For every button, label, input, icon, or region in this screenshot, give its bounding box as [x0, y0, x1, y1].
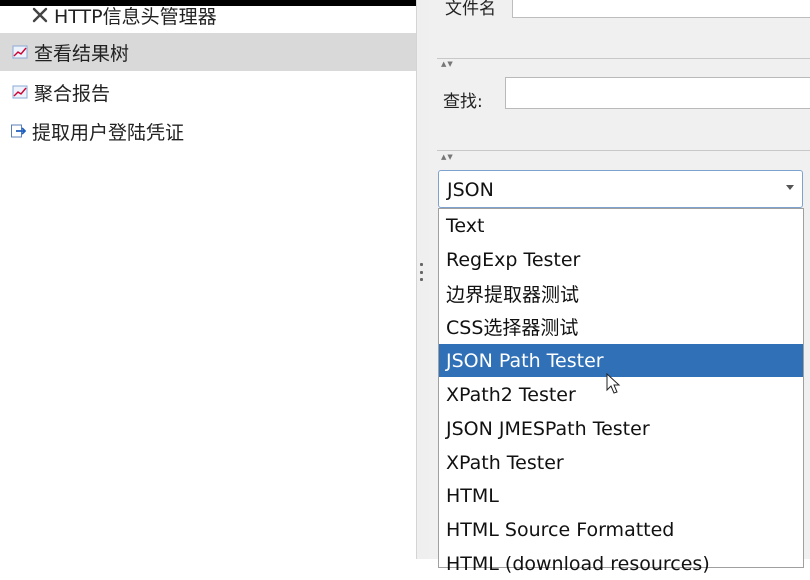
option-xpath-tester[interactable]: XPath Tester: [439, 446, 803, 479]
splitter-grip-icon[interactable]: [419, 263, 423, 281]
tree-item-aggregate-report[interactable]: 聚合报告: [0, 73, 416, 111]
option-json-jmespath-tester[interactable]: JSON JMESPath Tester: [439, 412, 803, 445]
collapse-arrows-icon[interactable]: ▲▼: [441, 60, 454, 68]
mouse-cursor-icon: [606, 373, 621, 394]
extractor-icon: [8, 121, 28, 141]
renderer-select-value: JSON: [447, 179, 494, 201]
find-label: 查找:: [443, 92, 483, 112]
tree-item-label: 聚合报告: [34, 82, 111, 105]
tree-item-label: HTTP信息头管理器: [54, 5, 217, 28]
option-html[interactable]: HTML: [439, 479, 803, 512]
collapse-arrows-icon[interactable]: ▲▼: [441, 153, 454, 161]
tree-item-label: 提取用户登陆凭证: [32, 121, 185, 144]
option-html-download-resources[interactable]: HTML (download resources): [439, 547, 803, 580]
chart-icon: [10, 82, 30, 102]
option-html-source-formatted[interactable]: HTML Source Formatted: [439, 513, 803, 546]
chevron-down-icon[interactable]: [786, 185, 794, 190]
wrench-icon: [30, 5, 50, 25]
tree-item-view-results-tree[interactable]: 查看结果树: [0, 33, 416, 71]
option-css-selector-test[interactable]: CSS选择器测试: [439, 310, 803, 343]
tree-item-label: 查看结果树: [34, 42, 130, 65]
tree-item-http-header-manager[interactable]: HTTP信息头管理器: [0, 0, 416, 34]
test-plan-tree: HTTP信息头管理器 查看结果树 聚合报告 提取用户登陆凭证: [0, 6, 416, 559]
results-panel: 文件名 ▲▼ 查找: ▲▼ JSON Text RegExp Tester 边界…: [429, 0, 810, 575]
find-input[interactable]: [505, 77, 810, 109]
filename-label: 文件名: [445, 0, 496, 19]
chart-icon: [10, 42, 30, 62]
option-boundary-extractor-test[interactable]: 边界提取器测试: [439, 277, 803, 310]
tree-item-extract-login-credentials[interactable]: 提取用户登陆凭证: [0, 112, 416, 150]
renderer-select[interactable]: JSON: [438, 170, 803, 208]
divider: [437, 58, 810, 59]
filename-input[interactable]: [512, 0, 810, 18]
option-text[interactable]: Text: [439, 209, 803, 242]
divider: [437, 150, 810, 151]
option-regexp-tester[interactable]: RegExp Tester: [439, 243, 803, 276]
